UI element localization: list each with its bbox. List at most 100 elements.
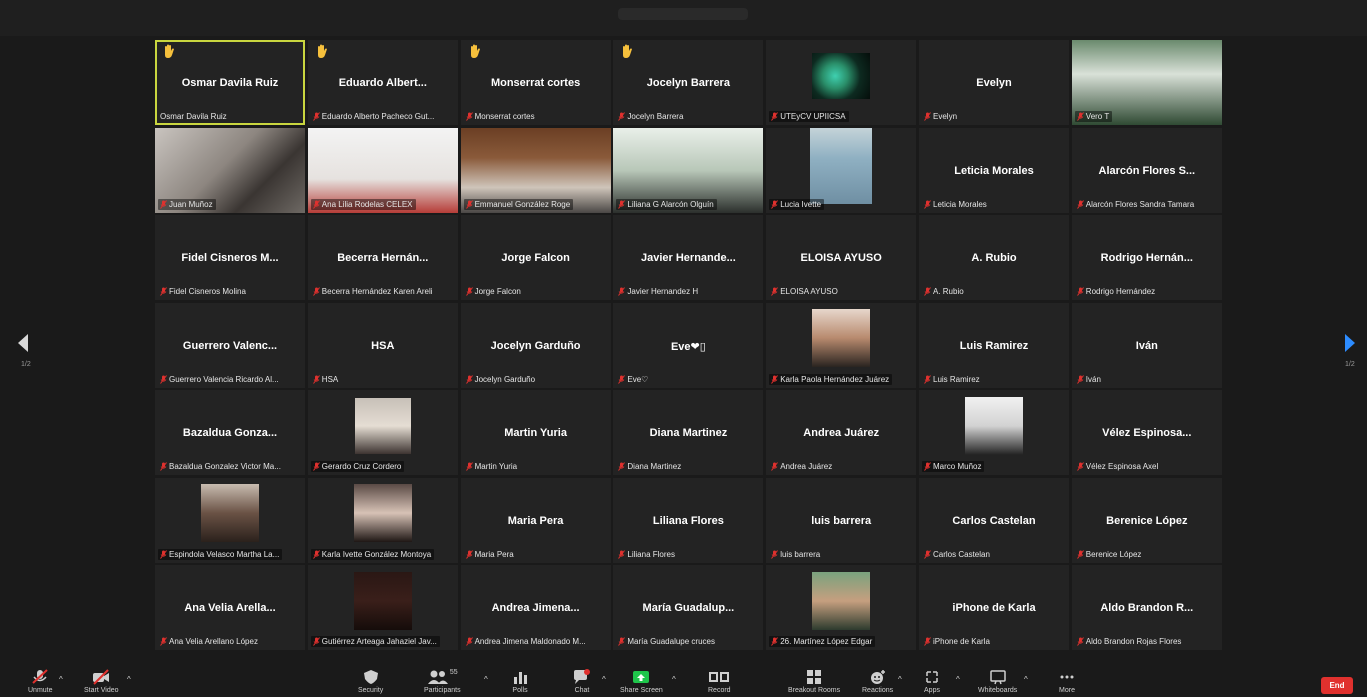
- participant-tile[interactable]: Carlos Castelan Carlos Castelan: [919, 477, 1069, 563]
- next-page-button[interactable]: [1343, 333, 1357, 358]
- participant-tile[interactable]: Andrea Juárez Andrea Juárez: [766, 390, 917, 475]
- participant-name-text: Ana Lilia Rodelas CELEX: [321, 199, 413, 209]
- participant-tile[interactable]: Guerrero Valenc... Guerrero Valencia Rica…: [155, 302, 305, 388]
- participant-tile[interactable]: Luis Ramirez Luis Ramirez: [919, 302, 1069, 388]
- participant-tile[interactable]: Gerardo Cruz Cordero: [307, 390, 458, 475]
- participant-tile[interactable]: Vélez Espinosa... Vélez Espinosa Axel: [1071, 390, 1222, 475]
- participant-tile[interactable]: Aldo Brandon R... Aldo Brandon Rojas Flor…: [1071, 565, 1222, 650]
- participant-tile[interactable]: iPhone de Karla iPhone de Karla: [919, 565, 1069, 650]
- participant-tile[interactable]: Bazaldua Gonza... Bazaldua Gonzalez Victo…: [155, 390, 305, 475]
- start-video-button[interactable]: Start Video: [84, 669, 119, 694]
- participant-tile[interactable]: Jocelyn Garduño Jocelyn Garduño: [460, 302, 611, 388]
- participant-name-text: Gerardo Cruz Cordero: [321, 462, 402, 471]
- participants-button[interactable]: 55 Participants: [424, 669, 461, 694]
- record-button[interactable]: Record: [708, 669, 731, 694]
- participant-tile[interactable]: Eduardo Albert... Eduardo Alberto Pacheco…: [307, 40, 458, 125]
- participant-name-text: Juan Muñoz: [169, 199, 213, 209]
- participant-tile[interactable]: HSA HSA: [307, 302, 458, 388]
- participant-tile[interactable]: Iván Iván: [1071, 302, 1222, 388]
- microphone-muted-icon: [465, 637, 473, 646]
- participant-tile[interactable]: UTEyCV UPIICSA: [766, 40, 917, 125]
- participant-tile[interactable]: Liliana Flores Liliana Flores: [613, 477, 764, 563]
- participant-tile[interactable]: Rodrigo Hernán... Rodrigo Hernández: [1071, 215, 1222, 300]
- participant-tile[interactable]: Diana Martinez Diana Martinez: [613, 390, 764, 475]
- participant-tile[interactable]: Gutiérrez Arteaga Jahaziel Jav...: [307, 565, 458, 650]
- participants-options-caret[interactable]: ^: [484, 675, 488, 684]
- participant-tile[interactable]: Juan Muñoz: [155, 127, 305, 213]
- participant-tile[interactable]: A. Rubio A. Rubio: [919, 215, 1069, 300]
- whiteboards-options-caret[interactable]: ^: [1024, 675, 1028, 684]
- participant-tile[interactable]: Evelyn Evelyn: [919, 40, 1069, 125]
- breakout-rooms-icon: [807, 670, 822, 684]
- participant-display-name: Carlos Castelan: [952, 514, 1036, 527]
- participant-tile[interactable]: Fidel Cisneros M... Fidel Cisneros Molina: [155, 215, 305, 300]
- previous-page-button[interactable]: [16, 333, 30, 358]
- participant-tile[interactable]: Marco Muñoz: [919, 390, 1069, 475]
- microphone-muted-icon: [465, 374, 473, 384]
- share-options-caret[interactable]: ^: [672, 675, 676, 684]
- participant-tile[interactable]: Ana Lilia Rodelas CELEX: [307, 127, 458, 213]
- participant-tile[interactable]: Espindola Velasco Martha La...: [155, 477, 305, 563]
- reactions-button[interactable]: Reactions: [862, 669, 893, 694]
- participant-tile[interactable]: Martin Yuria Martin Yuria: [460, 390, 611, 475]
- participant-name-label: Carlos Castelan: [922, 549, 993, 560]
- apps-button[interactable]: Apps: [924, 669, 940, 694]
- participant-tile[interactable]: Karla Paola Hernández Juárez: [766, 302, 917, 388]
- share-screen-button[interactable]: Share Screen: [620, 669, 663, 694]
- participant-tile[interactable]: Monserrat cortes Monserrat cortes: [460, 40, 611, 125]
- participant-display-name: Rodrigo Hernán...: [1100, 252, 1193, 264]
- participant-tile[interactable]: Ana Velia Arella... Ana Velia Arellano Ló…: [155, 565, 305, 650]
- participant-tile[interactable]: Andrea Jimena... Andrea Jimena Maldonado …: [460, 565, 611, 650]
- polls-button[interactable]: Polls: [512, 669, 528, 694]
- participant-tile[interactable]: Vero T: [1071, 40, 1222, 125]
- participant-tile[interactable]: Alarcón Flores S... Alarcón Flores Sandra…: [1071, 127, 1222, 213]
- participant-tile[interactable]: María Guadalup... María Guadalupe cruces: [613, 565, 764, 650]
- participant-tile[interactable]: ELOISA AYUSO ELOISA AYUSO: [766, 215, 917, 300]
- apps-options-caret[interactable]: ^: [956, 675, 960, 684]
- participant-tile[interactable]: Osmar Davila Ruiz Osmar Davila Ruiz: [155, 40, 305, 125]
- chat-button[interactable]: Chat: [572, 669, 592, 694]
- video-options-caret[interactable]: ^: [127, 675, 131, 684]
- participant-name-text: Karla Ivette González Montoya: [321, 549, 432, 559]
- participants-count: 55: [449, 669, 458, 676]
- microphone-muted-icon: [1076, 637, 1084, 646]
- participant-display-name: Maria Pera: [507, 514, 564, 527]
- audio-options-caret[interactable]: ^: [59, 675, 63, 684]
- participant-tile[interactable]: Eve❤▯ Eve♡: [613, 302, 764, 388]
- security-button[interactable]: Security: [358, 669, 383, 694]
- participant-tile[interactable]: Karla Ivette González Montoya: [307, 477, 458, 563]
- participant-name-label: Berenice López: [1075, 549, 1145, 560]
- microphone-muted-icon: [465, 112, 473, 121]
- participant-name-label: iPhone de Karla: [922, 636, 993, 647]
- participant-tile[interactable]: Leticia Morales Leticia Morales: [919, 127, 1069, 213]
- participant-tile[interactable]: Berenice López Berenice López: [1071, 477, 1222, 563]
- right-page-indicator: 1/2: [1345, 361, 1355, 368]
- participant-tile[interactable]: Becerra Hernán... Becerra Hernández Karen…: [307, 215, 458, 300]
- participant-tile[interactable]: 26. Martínez López Edgar: [766, 565, 917, 650]
- unmute-button[interactable]: Unmute: [28, 669, 53, 694]
- participant-tile[interactable]: Liliana G Alarcón Olguín: [613, 127, 764, 213]
- participant-tile[interactable]: Jocelyn Barrera Jocelyn Barrera: [613, 40, 764, 125]
- reactions-options-caret[interactable]: ^: [898, 675, 902, 684]
- participant-display-name: ELOISA AYUSO: [800, 252, 882, 264]
- microphone-muted-icon: [312, 549, 320, 559]
- participant-name-text: Emmanuel González Roge: [474, 199, 571, 209]
- participant-tile[interactable]: Lucia Ivette: [766, 127, 917, 213]
- participant-tile[interactable]: Emmanuel González Roge: [460, 127, 611, 213]
- top-bar-handle[interactable]: [618, 8, 748, 20]
- meeting-top-bar: [0, 0, 1367, 36]
- participant-display-name: Evelyn: [976, 77, 1012, 89]
- participant-tile[interactable]: luis barrera luis barrera: [766, 477, 917, 563]
- end-meeting-button[interactable]: End: [1321, 677, 1353, 694]
- more-button[interactable]: More: [1058, 669, 1076, 694]
- participant-tile[interactable]: Maria Pera Maria Pera: [460, 477, 611, 563]
- chat-options-caret[interactable]: ^: [602, 675, 606, 684]
- participant-name-label: Gerardo Cruz Cordero: [310, 461, 405, 472]
- participant-avatar: [353, 571, 412, 630]
- gallery-view: Osmar Davila Ruiz Osmar Davila Ruiz Eduard…: [155, 40, 1222, 652]
- participant-tile[interactable]: Jorge Falcon Jorge Falcon: [460, 215, 611, 300]
- participant-tile[interactable]: Javier Hernande... Javier Hernandez H: [613, 215, 764, 300]
- participant-name-label: Vero T: [1074, 111, 1113, 122]
- whiteboards-button[interactable]: Whiteboards: [978, 669, 1017, 694]
- breakout-rooms-button[interactable]: Breakout Rooms: [788, 669, 840, 694]
